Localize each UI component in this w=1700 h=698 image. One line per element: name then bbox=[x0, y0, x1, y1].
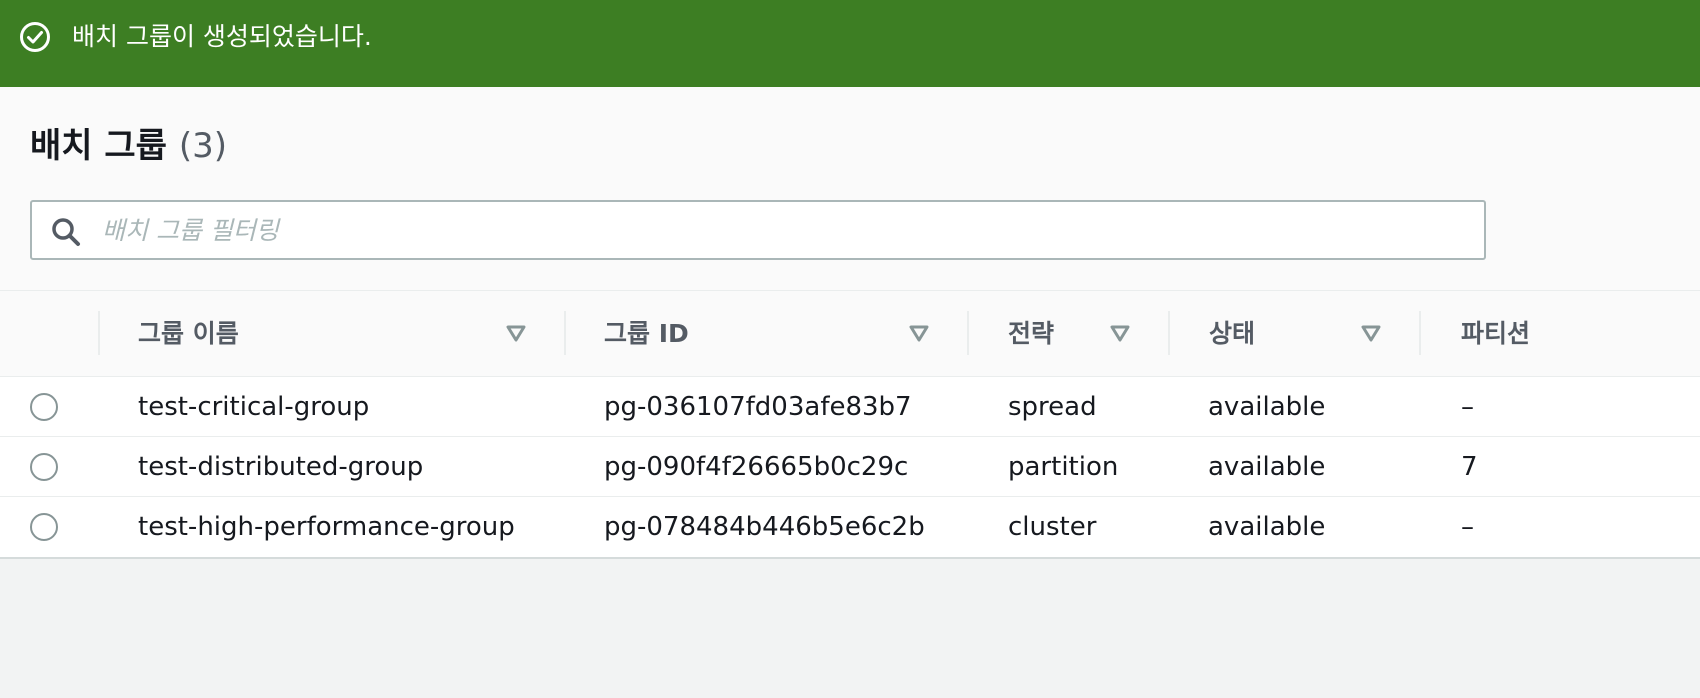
column-separator bbox=[564, 311, 566, 355]
cell-strategy: cluster bbox=[1008, 512, 1097, 542]
column-separator bbox=[967, 311, 969, 355]
cell-strategy: partition bbox=[1008, 452, 1119, 482]
table-header: 그룹 이름 그룹 ID 전략 상태 파티션 bbox=[0, 291, 1700, 377]
placement-groups-table: 그룹 이름 그룹 ID 전략 상태 파티션 test-critical-grou… bbox=[0, 290, 1700, 557]
cell-group-name: test-high-performance-group bbox=[138, 512, 515, 542]
cell-group-id: pg-036107fd03afe83b7 bbox=[604, 392, 912, 422]
cell-partitions: – bbox=[1461, 392, 1474, 422]
cell-state: available bbox=[1208, 392, 1326, 422]
filter-box bbox=[30, 200, 1486, 260]
row-select-radio[interactable] bbox=[30, 453, 58, 481]
cell-group-name: test-critical-group bbox=[138, 392, 370, 422]
cell-group-id: pg-078484b446b5e6c2b bbox=[604, 512, 925, 542]
table-row[interactable]: test-high-performance-group pg-078484b44… bbox=[0, 497, 1700, 557]
table-row[interactable]: test-distributed-group pg-090f4f26665b0c… bbox=[0, 437, 1700, 497]
success-flash-bar: 배치 그룹이 생성되었습니다. bbox=[0, 0, 1700, 87]
panel-title-count: (3) bbox=[178, 126, 227, 166]
column-header-strategy[interactable]: 전략 bbox=[1008, 291, 1054, 377]
filter-input[interactable] bbox=[102, 208, 1462, 252]
table-row[interactable]: test-critical-group pg-036107fd03afe83b7… bbox=[0, 377, 1700, 437]
column-header-label: 파티션 bbox=[1461, 319, 1531, 348]
cell-group-id: pg-090f4f26665b0c29c bbox=[604, 452, 909, 482]
check-circle-icon bbox=[20, 22, 50, 52]
column-separator bbox=[1168, 311, 1170, 355]
flash-message: 배치 그룹이 생성되었습니다. bbox=[72, 22, 372, 51]
cell-state: available bbox=[1208, 512, 1326, 542]
cell-state: available bbox=[1208, 452, 1326, 482]
column-header-group-name[interactable]: 그룹 이름 bbox=[138, 291, 239, 377]
row-select-radio[interactable] bbox=[30, 513, 58, 541]
search-icon bbox=[52, 218, 80, 246]
sort-icon[interactable] bbox=[908, 324, 930, 344]
cell-group-name: test-distributed-group bbox=[138, 452, 424, 482]
column-header-group-id[interactable]: 그룹 ID bbox=[604, 291, 689, 377]
column-header-label: 전략 bbox=[1008, 319, 1055, 348]
sort-icon[interactable] bbox=[1360, 324, 1382, 344]
row-select-radio[interactable] bbox=[30, 393, 58, 421]
column-separator bbox=[98, 311, 100, 355]
placement-groups-panel: 배치 그룹 (3) 그룹 이름 그룹 ID bbox=[0, 87, 1700, 559]
column-header-partitions[interactable]: 파티션 bbox=[1461, 291, 1530, 377]
column-header-label: 그룹 이름 bbox=[138, 319, 239, 348]
panel-title: 배치 그룹 (3) bbox=[30, 123, 227, 169]
cell-strategy: spread bbox=[1008, 392, 1097, 422]
sort-icon[interactable] bbox=[505, 324, 527, 344]
column-header-label: 그룹 ID bbox=[604, 319, 689, 348]
column-header-state[interactable]: 상태 bbox=[1209, 291, 1255, 377]
cell-partitions: 7 bbox=[1461, 452, 1478, 482]
sort-icon[interactable] bbox=[1109, 324, 1131, 344]
panel-title-text: 배치 그룹 bbox=[30, 126, 167, 166]
column-separator bbox=[1419, 311, 1421, 355]
column-header-label: 상태 bbox=[1209, 319, 1256, 348]
cell-partitions: – bbox=[1461, 512, 1474, 542]
